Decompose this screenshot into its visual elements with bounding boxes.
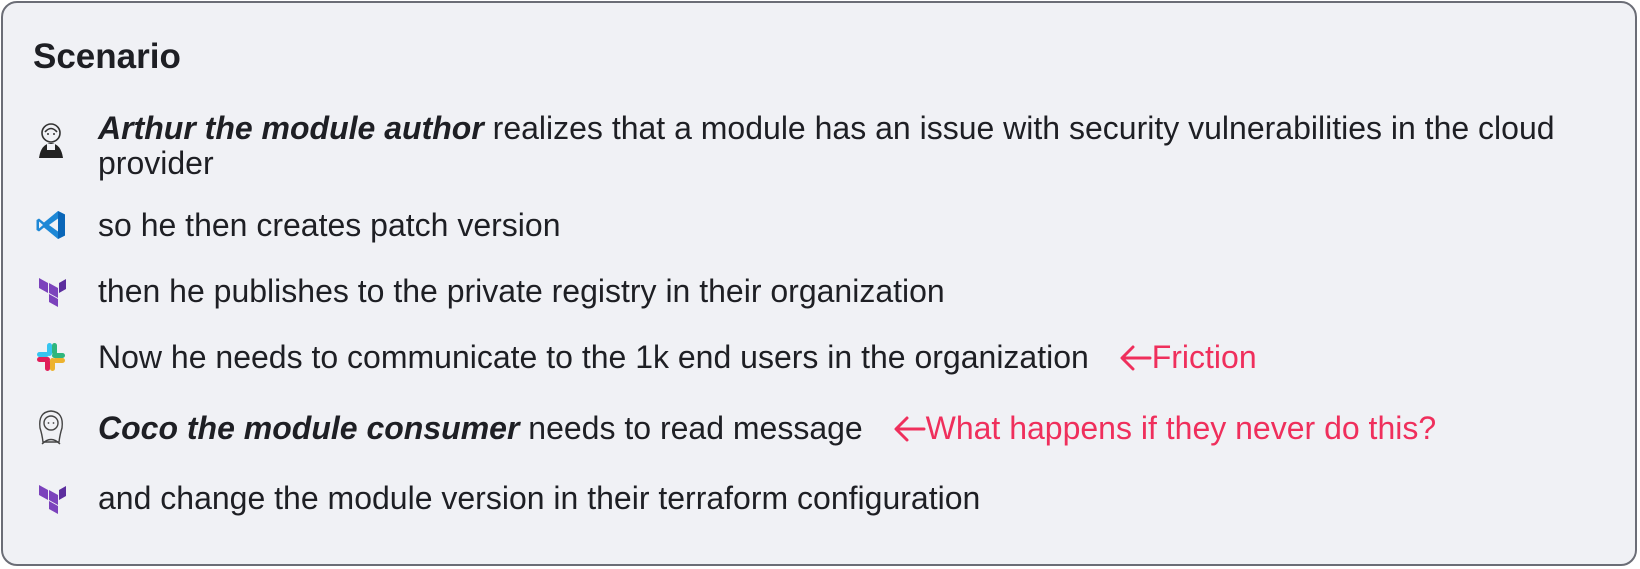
scenario-step-6-text: and change the module version in their t… (98, 480, 981, 516)
arthur-avatar-icon (31, 120, 71, 160)
slack-icon (31, 337, 71, 377)
scenario-card: Scenario Arthur the module author realiz… (1, 1, 1637, 566)
scenario-step-5-text: Coco the module consumer needs to read m… (98, 410, 1437, 446)
left-arrow-icon (894, 416, 926, 442)
friction-annotation: Friction (1118, 339, 1257, 375)
never-do-annotation: What happens if they never do this? (892, 410, 1436, 446)
scenario-title: Scenario (33, 37, 181, 76)
scenario-step-2-text: so he then creates patch version (98, 207, 561, 243)
terraform-icon (31, 271, 71, 311)
terraform-icon (31, 478, 71, 518)
scenario-step-3-text: then he publishes to the private registr… (98, 273, 945, 309)
persona-coco: Coco the module consumer (98, 410, 520, 446)
coco-avatar-icon (31, 406, 71, 446)
left-arrow-icon (1120, 345, 1152, 371)
persona-arthur: Arthur the module author (98, 110, 484, 146)
vscode-icon (31, 205, 71, 245)
scenario-step-1-text: Arthur the module author realizes that a… (98, 110, 1555, 181)
scenario-step-4-text: Now he needs to communicate to the 1k en… (98, 339, 1257, 375)
